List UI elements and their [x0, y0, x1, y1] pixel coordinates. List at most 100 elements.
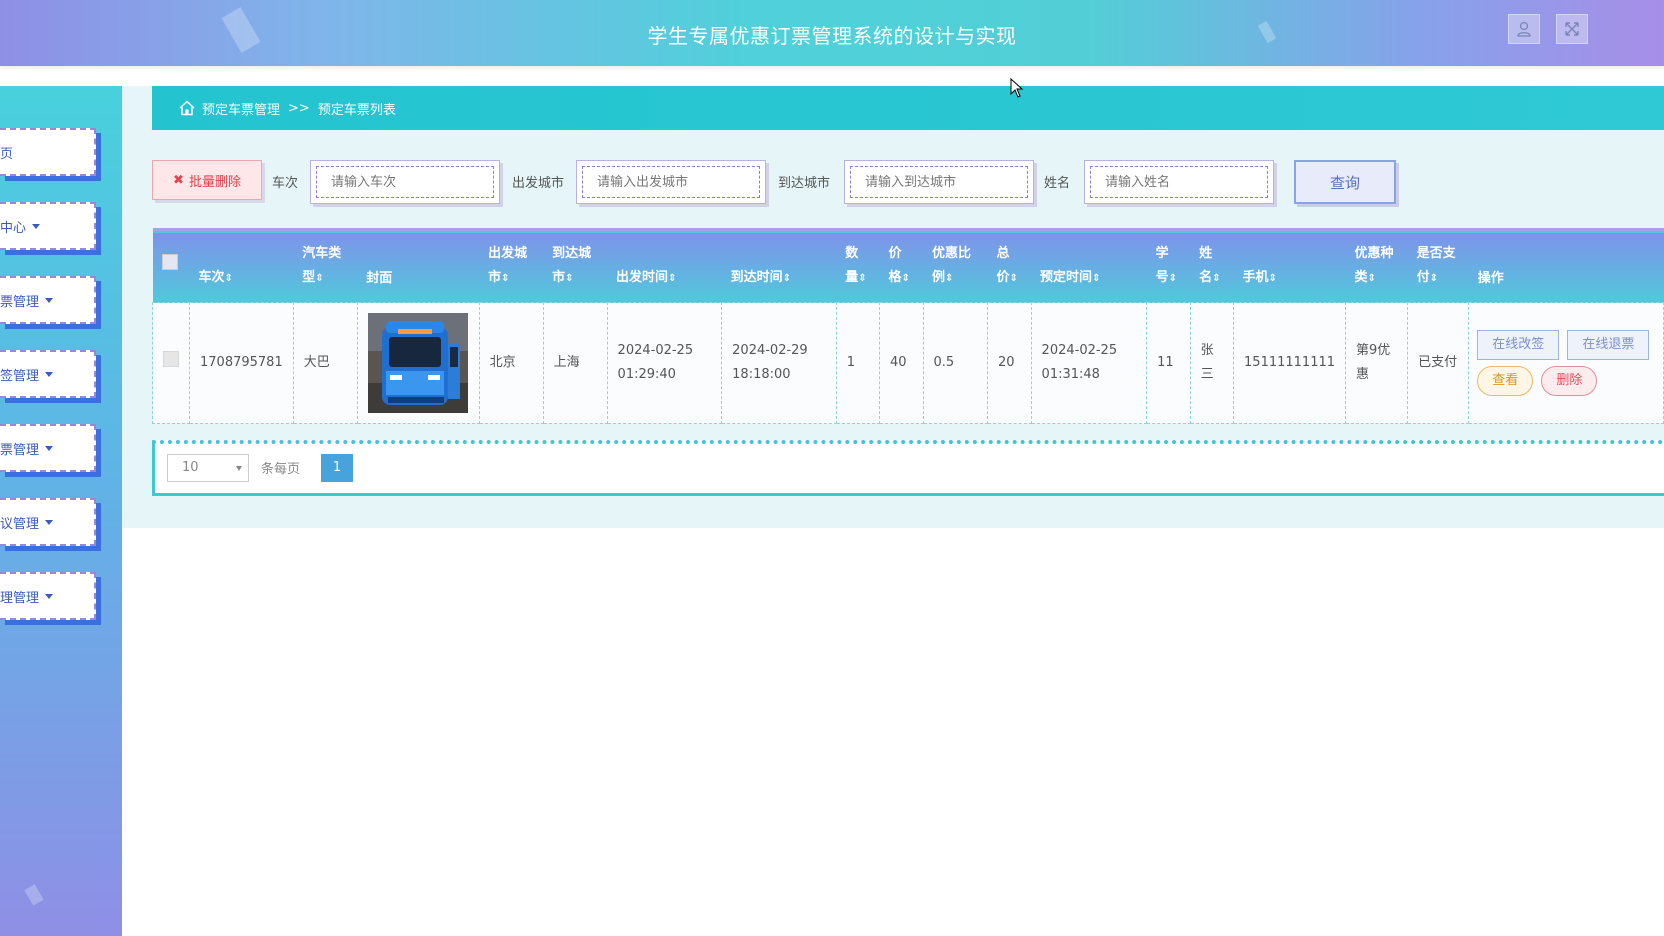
- column-header[interactable]: 优惠种 类⇕: [1346, 230, 1408, 303]
- cell-student-no: 11: [1146, 302, 1191, 424]
- breadcrumb-parent[interactable]: 预定车票管理: [202, 99, 280, 118]
- column-header[interactable]: 出发城 市⇕: [479, 230, 543, 303]
- sort-icon[interactable]: ⇕: [225, 273, 233, 284]
- change-ticket-button[interactable]: 在线改签: [1477, 330, 1560, 360]
- column-header[interactable]: 到达城 市⇕: [543, 230, 607, 303]
- sort-icon[interactable]: ⇕: [1169, 273, 1177, 284]
- sort-icon[interactable]: ⇕: [901, 273, 909, 284]
- close-icon: ✖: [173, 172, 184, 188]
- train-no-field: [310, 160, 500, 204]
- sort-icon[interactable]: ⇕: [668, 273, 676, 284]
- column-header[interactable]: 数量⇕: [836, 230, 879, 303]
- select-all-checkbox[interactable]: [161, 254, 178, 270]
- cell-discount-type: 第9优惠: [1345, 302, 1409, 424]
- cell-total: 20: [986, 302, 1032, 424]
- sidebar-item-ticket-mgmt[interactable]: 票管理: [0, 276, 96, 324]
- per-page-label: 条每页: [261, 462, 301, 477]
- sidebar-item-center[interactable]: 中心: [0, 202, 96, 250]
- sort-icon[interactable]: ⇕: [1368, 273, 1376, 284]
- cell-price: 40: [878, 302, 924, 424]
- column-header[interactable]: 是否支 付⇕: [1408, 230, 1469, 303]
- app-title: 学生专属优惠订票管理系统的设计与实现: [647, 24, 1017, 48]
- column-header: 封面: [366, 270, 393, 286]
- sidebar-item-label: 签管理: [0, 368, 40, 384]
- column-header[interactable]: 总价⇕: [987, 230, 1031, 303]
- sort-icon[interactable]: ⇕: [565, 273, 573, 284]
- column-header[interactable]: 价格⇕: [879, 230, 923, 303]
- train-no-input[interactable]: [316, 166, 494, 198]
- caret-down-icon: [32, 223, 41, 229]
- top-header: 学生专属优惠订票管理系统的设计与实现: [0, 0, 1664, 66]
- cell-phone: 15111111111: [1233, 302, 1347, 424]
- column-header[interactable]: 优惠比 例⇕: [923, 230, 987, 303]
- breadcrumb-current: 预定车票列表: [317, 102, 396, 118]
- column-header[interactable]: 出发时间⇕: [607, 230, 722, 303]
- sort-icon[interactable]: ⇕: [315, 273, 323, 284]
- refund-ticket-button[interactable]: 在线退票: [1567, 330, 1650, 360]
- breadcrumb: 预定车票管理 >> 预定车票列表: [152, 86, 1664, 130]
- user-button[interactable]: [1508, 14, 1540, 44]
- cell-paid: 已支付: [1407, 302, 1470, 424]
- column-header[interactable]: 到达时间⇕: [722, 230, 837, 303]
- view-button[interactable]: 查看: [1477, 366, 1534, 396]
- name-input[interactable]: [1090, 166, 1268, 198]
- sidebar-item-label: 票管理: [0, 442, 40, 458]
- chevron-down-icon: [236, 466, 242, 471]
- page-number-button[interactable]: 1: [321, 454, 353, 482]
- cell-actions: 在线改签 在线退票 查看 删除: [1468, 302, 1664, 424]
- sidebar-item-label: 页: [0, 146, 14, 162]
- home-icon[interactable]: [178, 99, 196, 117]
- column-header: 操作: [1477, 270, 1504, 286]
- table-row: 1708795781 大巴 北京 上海 2024-02-25 01:29:40 …: [152, 302, 1664, 424]
- name-field: [1084, 160, 1274, 204]
- sidebar-item-home[interactable]: 页: [0, 128, 96, 176]
- depart-city-input[interactable]: [582, 166, 760, 198]
- caret-down-icon: [45, 593, 54, 599]
- cell-bus-type: 大巴: [292, 302, 358, 424]
- row-select-cell: [152, 302, 190, 424]
- fullscreen-button[interactable]: [1556, 14, 1588, 44]
- sidebar-item-change-mgmt[interactable]: 签管理: [0, 350, 96, 398]
- page-size-value: 10: [182, 460, 199, 475]
- sort-icon[interactable]: ⇕: [783, 273, 791, 284]
- arrive-city-input[interactable]: [850, 166, 1028, 198]
- column-header[interactable]: 预定时间⇕: [1031, 230, 1147, 303]
- sort-icon[interactable]: ⇕: [501, 273, 509, 284]
- sort-icon[interactable]: ⇕: [1430, 273, 1438, 284]
- bus-photo[interactable]: [367, 313, 468, 413]
- cell-discount: 0.5: [922, 302, 988, 424]
- breadcrumb-separator: >>: [288, 100, 310, 116]
- sort-icon[interactable]: ⇕: [1009, 273, 1017, 284]
- user-icon: [1517, 21, 1531, 37]
- query-button[interactable]: 查询: [1294, 160, 1396, 204]
- column-header[interactable]: 姓名⇕: [1190, 230, 1233, 303]
- column-header[interactable]: 学号⇕: [1147, 230, 1191, 303]
- column-header[interactable]: 手机⇕: [1234, 230, 1346, 303]
- column-header[interactable]: 汽车类 型⇕: [293, 230, 357, 303]
- sort-icon[interactable]: ⇕: [1092, 273, 1100, 284]
- sidebar-item-system-mgmt[interactable]: 理管理: [0, 572, 96, 620]
- delete-button[interactable]: 删除: [1541, 366, 1598, 396]
- row-checkbox[interactable]: [163, 350, 179, 367]
- column-header[interactable]: 车次⇕: [190, 230, 294, 303]
- cell-train-no: 1708795781: [189, 302, 294, 424]
- sort-icon[interactable]: ⇕: [858, 273, 866, 284]
- depart-city-label: 出发城市: [512, 176, 565, 191]
- sort-icon[interactable]: ⇕: [945, 273, 953, 284]
- sidebar-item-suggestion-mgmt[interactable]: 议管理: [0, 498, 96, 546]
- sort-icon[interactable]: ⇕: [1269, 273, 1277, 284]
- sidebar-item-refund-mgmt[interactable]: 票管理: [0, 424, 96, 472]
- cell-name: 张三: [1189, 302, 1235, 424]
- batch-delete-button[interactable]: ✖ 批量删除: [152, 160, 262, 200]
- sort-icon[interactable]: ⇕: [1212, 273, 1220, 284]
- depart-city-field: [576, 160, 766, 204]
- caret-down-icon: [45, 297, 54, 303]
- select-all-cell: [153, 230, 190, 303]
- caret-down-icon: [45, 371, 54, 377]
- page-size-select[interactable]: 10: [167, 454, 249, 482]
- search-toolbar: ✖ 批量删除 车次 出发城市 到达城市 姓名 查询: [152, 160, 1664, 204]
- sidebar-item-label: 中心: [0, 220, 27, 236]
- cell-cover: [356, 302, 480, 424]
- arrive-city-label: 到达城市: [778, 176, 831, 191]
- pagination: 10 条每页 1: [152, 440, 1664, 496]
